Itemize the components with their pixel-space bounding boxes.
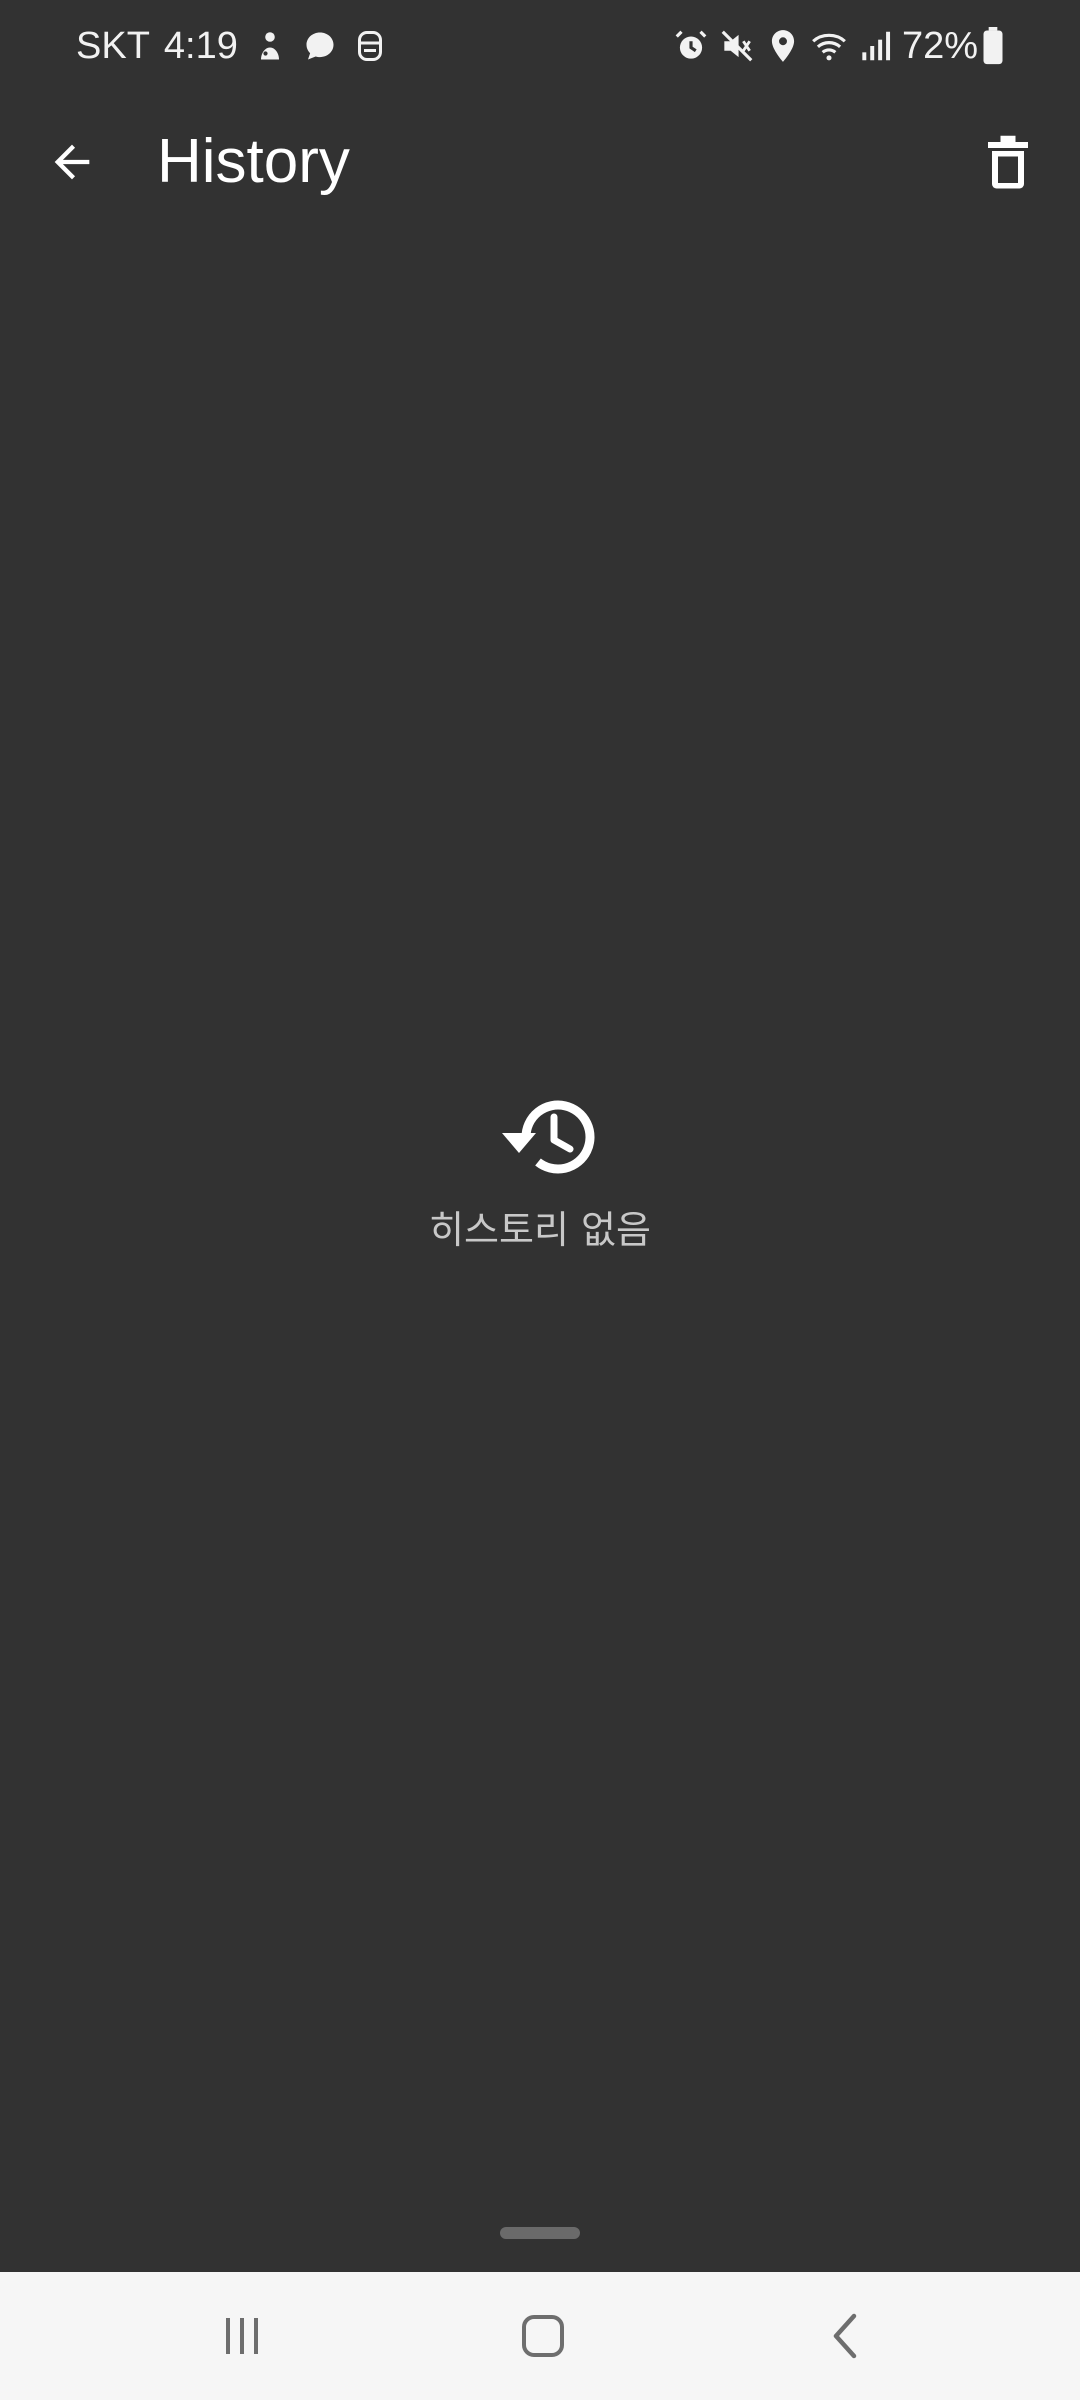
status-bar: SKT 4:19 72% bbox=[0, 0, 1080, 92]
page-title: History bbox=[157, 127, 350, 196]
robot-notification-icon bbox=[352, 28, 388, 64]
clock: 4:19 bbox=[163, 25, 238, 67]
location-icon bbox=[764, 27, 802, 65]
home-button[interactable] bbox=[493, 2296, 593, 2376]
history-screen: SKT 4:19 72% History 히스토리 없음 bbox=[0, 0, 1080, 2400]
history-icon bbox=[480, 1085, 600, 1189]
status-left: SKT 4:19 bbox=[76, 22, 388, 70]
drag-handle[interactable] bbox=[500, 2227, 580, 2239]
signal-icon bbox=[856, 27, 894, 65]
nav-back-button[interactable] bbox=[796, 2296, 896, 2376]
alarm-icon bbox=[672, 27, 710, 65]
delete-history-button[interactable] bbox=[972, 126, 1044, 198]
wifi-icon bbox=[810, 27, 848, 65]
navigation-bar bbox=[0, 2272, 1080, 2400]
person-notification-icon bbox=[252, 28, 288, 64]
status-right: 72% bbox=[664, 22, 1004, 70]
chat-bubble-icon bbox=[302, 28, 338, 64]
home-icon bbox=[522, 2315, 564, 2357]
recents-icon bbox=[226, 2318, 258, 2354]
empty-history-message: 히스토리 없음 bbox=[429, 1208, 651, 1252]
back-button[interactable] bbox=[36, 126, 108, 198]
carrier-label: SKT bbox=[76, 25, 150, 67]
trash-icon bbox=[988, 135, 1028, 189]
chevron-back-icon bbox=[833, 2313, 857, 2359]
battery-icon bbox=[982, 27, 1004, 65]
recents-button[interactable] bbox=[192, 2296, 292, 2376]
arrow-back-icon bbox=[54, 144, 90, 180]
empty-state: 히스토리 없음 bbox=[0, 1085, 1080, 1255]
app-bar: History bbox=[0, 92, 1080, 232]
battery-percent: 72% bbox=[901, 25, 978, 67]
mute-icon bbox=[718, 27, 756, 65]
